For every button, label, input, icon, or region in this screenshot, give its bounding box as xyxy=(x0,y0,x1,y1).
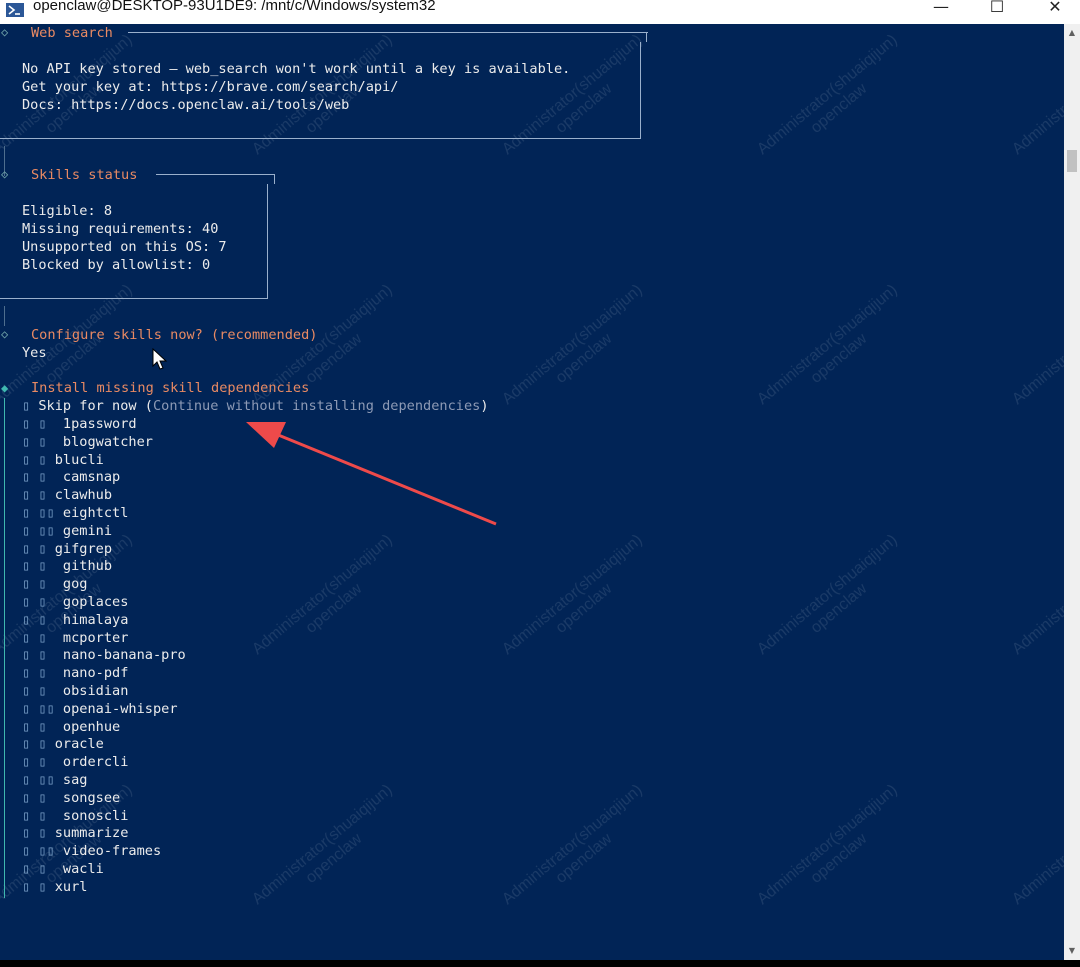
window-title: openclaw@DESKTOP-93U1DE9: /mnt/c/Windows… xyxy=(33,0,436,14)
scrollbar-thumb[interactable] xyxy=(1067,150,1077,172)
minimize-button[interactable]: — xyxy=(918,0,964,24)
close-button[interactable]: ✕ xyxy=(1032,0,1078,24)
red-arrow-annotation xyxy=(246,422,497,526)
maximize-button[interactable]: ☐ xyxy=(974,0,1020,24)
vertical-scrollbar[interactable]: ▲ ▼ xyxy=(1064,24,1080,960)
terminal-area[interactable]: Administrator(shuaiqijun) openclaw Adminis… xyxy=(0,24,1064,960)
bottom-edge xyxy=(0,960,1080,967)
scroll-down-icon[interactable]: ▼ xyxy=(1067,946,1077,955)
window-titlebar: openclaw@DESKTOP-93U1DE9: /mnt/c/Windows… xyxy=(0,0,1080,24)
mouse-pointer-icon xyxy=(152,348,168,370)
powershell-terminal-icon xyxy=(6,3,24,17)
scroll-up-icon[interactable]: ▲ xyxy=(1067,28,1077,37)
